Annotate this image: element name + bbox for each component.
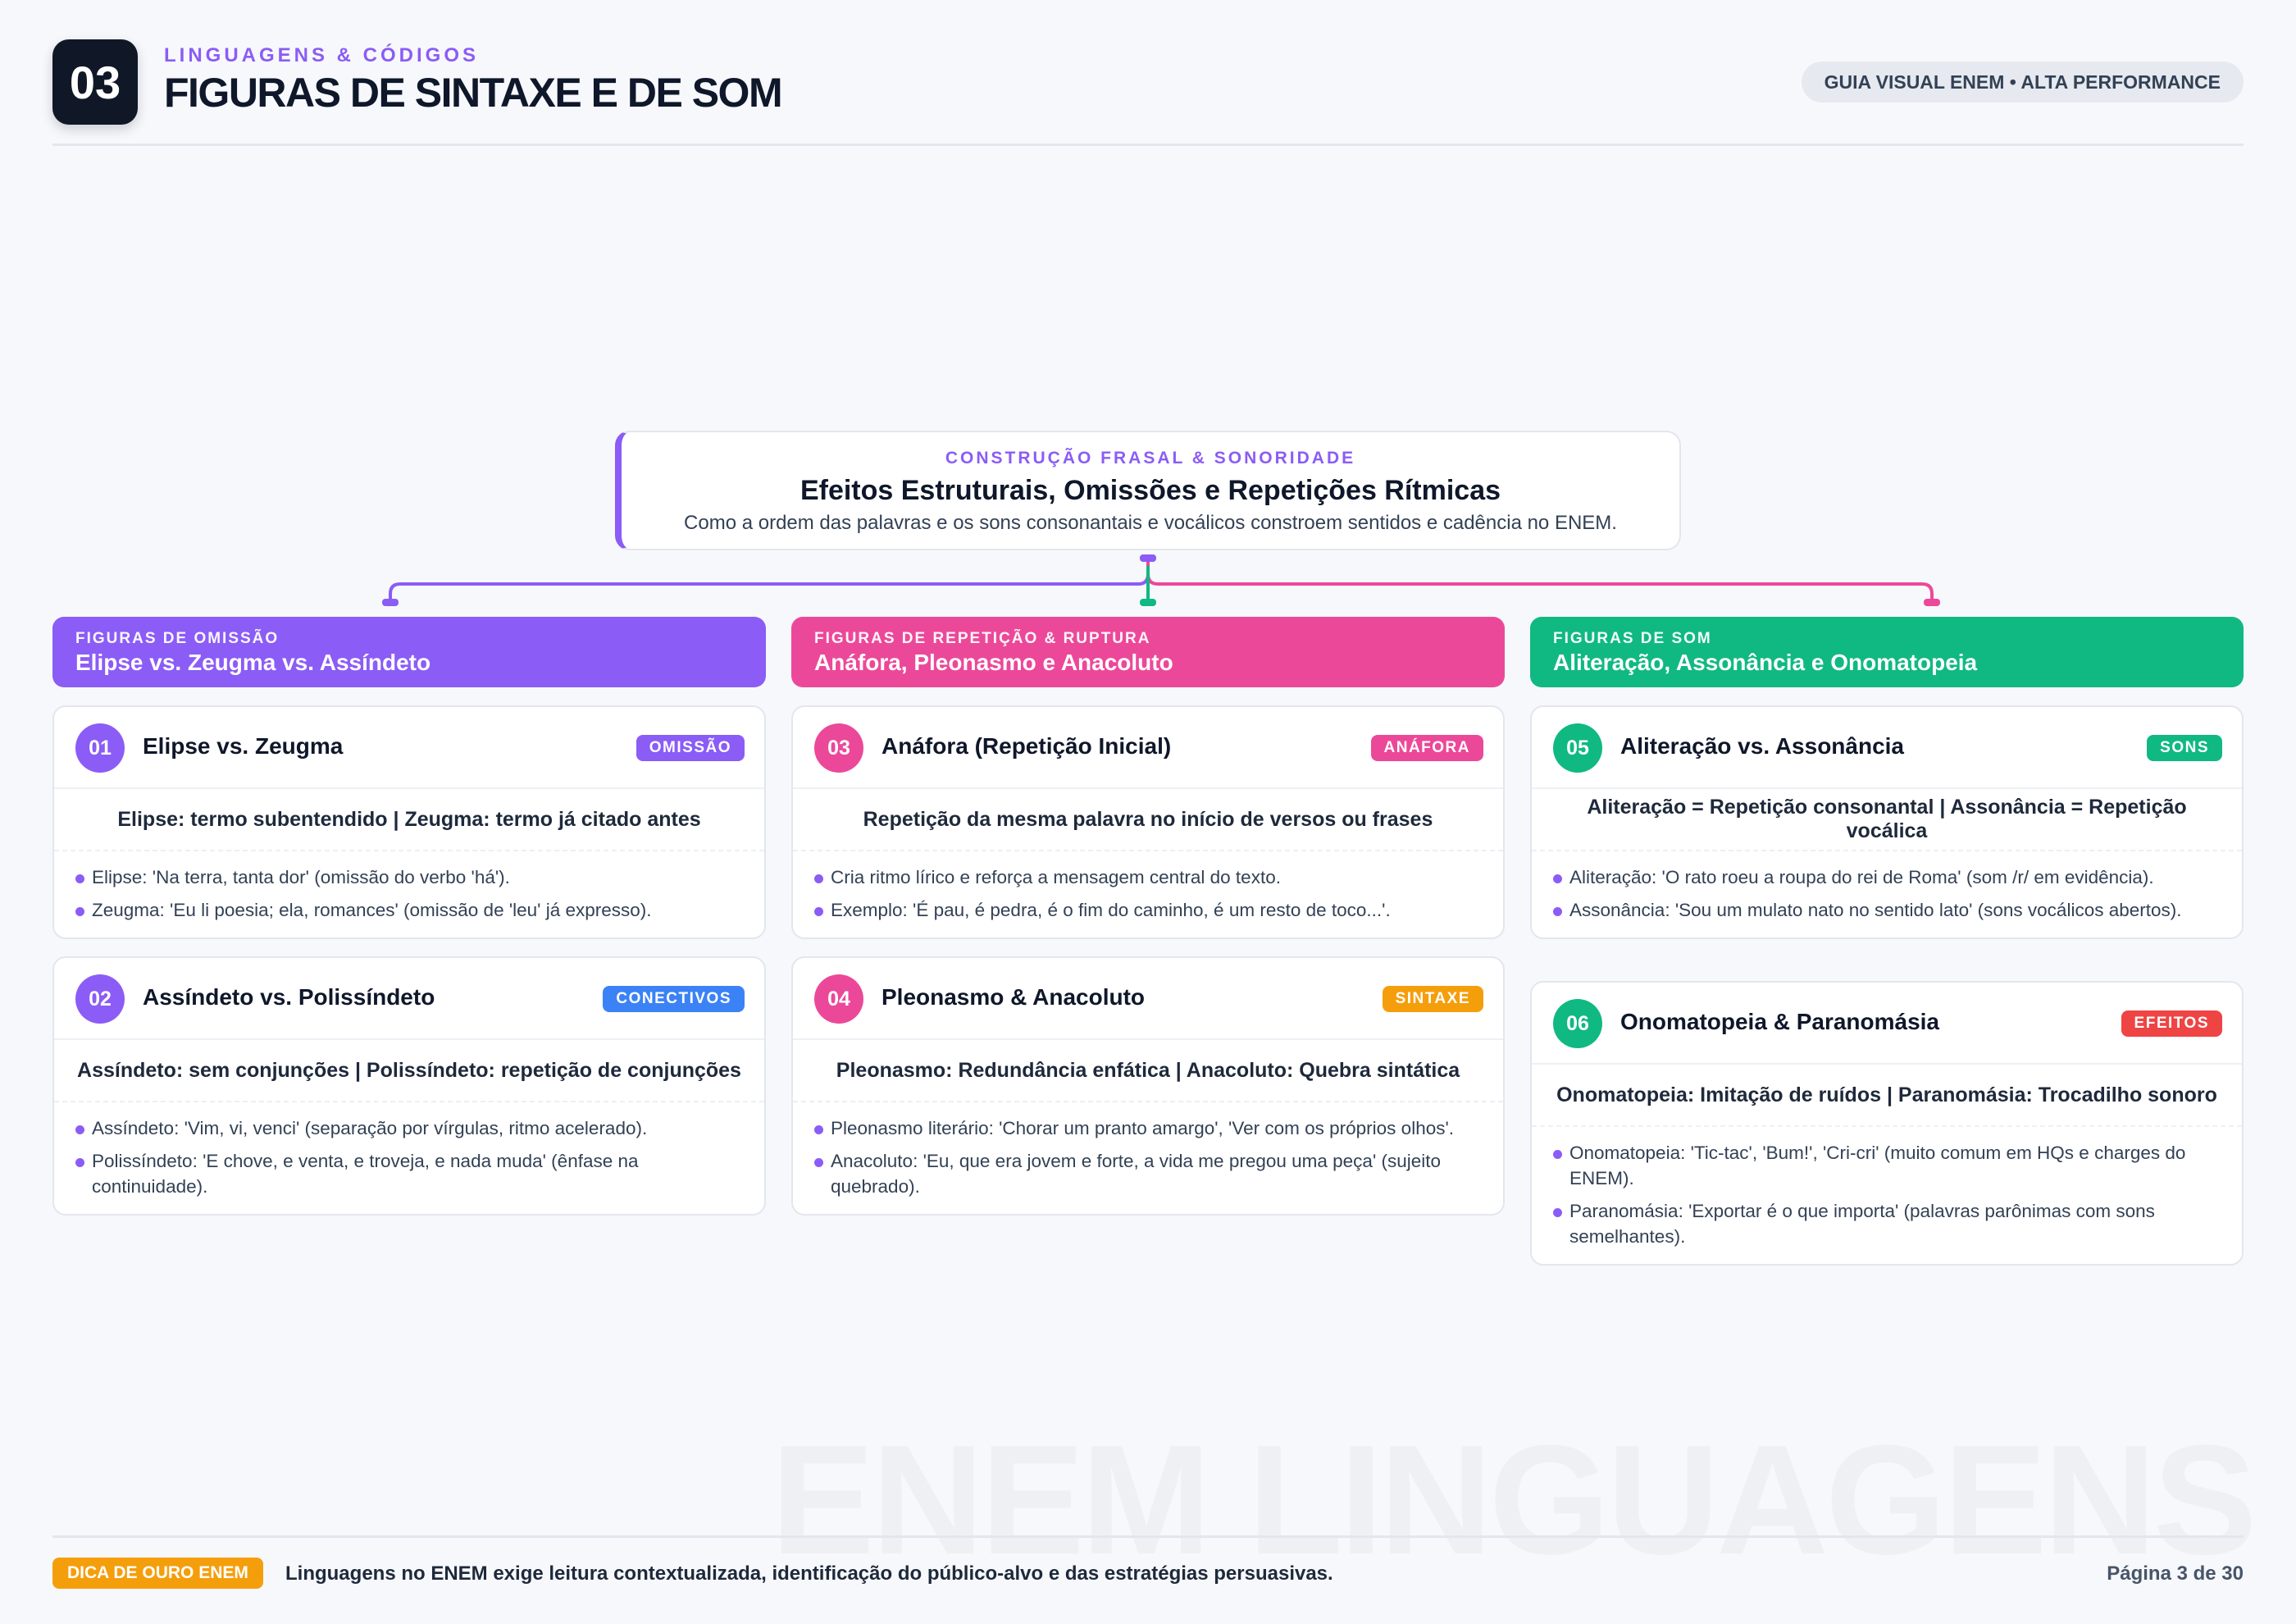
card-number-badge: 01 [75, 723, 125, 773]
card-bullet-list: Onomatopeia: 'Tic-tac', 'Bum!', 'Cri-cri… [1532, 1127, 2242, 1264]
column-title: Aliteração, Assonância e Onomatopeia [1553, 650, 1978, 675]
column-kicker: FIGURAS DE OMISSÃO [75, 630, 280, 647]
connector-left [389, 558, 1150, 603]
bullet-item: Polissíndeto: 'E chove, e venta, e trove… [75, 1148, 743, 1199]
card-bullet-list: Pleonasmo literário: 'Chorar um pranto a… [793, 1102, 1503, 1214]
card-tag: ANÁFORA [1370, 735, 1483, 761]
column-title: Elipse vs. Zeugma vs. Assíndeto [75, 650, 431, 675]
bullet-item: Onomatopeia: 'Tic-tac', 'Bum!', 'Cri-cri… [1553, 1140, 2221, 1191]
concept-card: 04 Pleonasmo & Anacoluto SINTAXE Pleonas… [791, 956, 1505, 1216]
bullet-item: Assíndeto: 'Vim, vi, venci' (separação p… [75, 1115, 743, 1141]
card-bullet-list: Cria ritmo lírico e reforça a mensagem c… [793, 851, 1503, 937]
page-footer: DICA DE OURO ENEM Linguagens no ENEM exi… [52, 1535, 2244, 1604]
card-number-badge: 03 [814, 723, 863, 773]
card-subtitle: Aliteração = Repetição consonantal | Ass… [1532, 789, 2242, 851]
card-subtitle: Repetição da mesma palavra no início de … [793, 789, 1503, 851]
column-header-som: FIGURAS DE SOM Aliteração, Assonância e … [1530, 617, 2244, 687]
column-header-repeticao: FIGURAS DE REPETIÇÃO & RUPTURA Anáfora, … [791, 617, 1505, 687]
bullet-item: Pleonasmo literário: 'Chorar um pranto a… [814, 1115, 1482, 1141]
bullet-item: Elipse: 'Na terra, tanta dor' (omissão d… [75, 864, 743, 890]
card-subtitle: Assíndeto: sem conjunções | Polissíndeto… [54, 1040, 764, 1102]
card-number-badge: 06 [1553, 999, 1602, 1048]
card-subtitle: Elipse: termo subentendido | Zeugma: ter… [54, 789, 764, 851]
column-kicker: FIGURAS DE REPETIÇÃO & RUPTURA [814, 630, 1151, 647]
card-title: Aliteração vs. Assonância [1620, 733, 1905, 759]
tip-text: Linguagens no ENEM exige leitura context… [285, 1562, 1333, 1585]
concept-card: 05 Aliteração vs. Assonância SONS Aliter… [1530, 705, 2244, 939]
card-tag: EFEITOS [2121, 1010, 2222, 1037]
page-number: Página 3 de 30 [2107, 1562, 2244, 1585]
card-subtitle: Pleonasmo: Redundância enfática | Anacol… [793, 1040, 1503, 1102]
card-number-badge: 05 [1553, 723, 1602, 773]
connector-node-right [1924, 599, 1940, 606]
card-tag: SINTAXE [1382, 986, 1483, 1012]
card-number-badge: 02 [75, 974, 125, 1024]
card-number-badge: 04 [814, 974, 863, 1024]
column-header-omissao: FIGURAS DE OMISSÃO Elipse vs. Zeugma vs.… [52, 617, 766, 687]
card-bullet-list: Assíndeto: 'Vim, vi, venci' (separação p… [54, 1102, 764, 1214]
card-subtitle: Onomatopeia: Imitação de ruídos | Parano… [1532, 1065, 2242, 1127]
bullet-item: Exemplo: 'É pau, é pedra, é o fim do cam… [814, 897, 1482, 923]
bullet-item: Zeugma: 'Eu li poesia; ela, romances' (o… [75, 897, 743, 923]
card-title: Pleonasmo & Anacoluto [882, 984, 1146, 1010]
connector-node-left [382, 599, 399, 606]
column-kicker: FIGURAS DE SOM [1553, 630, 1712, 647]
connector-right [1146, 558, 1934, 603]
card-bullet-list: Elipse: 'Na terra, tanta dor' (omissão d… [54, 851, 764, 937]
card-bullet-list: Aliteração: 'O rato roeu a roupa do rei … [1532, 851, 2242, 937]
bullet-item: Assonância: 'Sou um mulato nato no senti… [1553, 897, 2221, 923]
bullet-item: Anacoluto: 'Eu, que era jovem e forte, a… [814, 1148, 1482, 1199]
concept-card: 06 Onomatopeia & Paranomásia EFEITOS Ono… [1530, 981, 2244, 1266]
column-title: Anáfora, Pleonasmo e Anacoluto [814, 650, 1173, 675]
card-title: Assíndeto vs. Polissíndeto [143, 984, 435, 1010]
tip-badge: DICA DE OURO ENEM [52, 1558, 263, 1589]
concept-card: 02 Assíndeto vs. Polissíndeto CONECTIVOS… [52, 956, 766, 1216]
bullet-item: Aliteração: 'O rato roeu a roupa do rei … [1553, 864, 2221, 890]
concept-card: 01 Elipse vs. Zeugma OMISSÃO Elipse: ter… [52, 705, 766, 939]
concept-card: 03 Anáfora (Repetição Inicial) ANÁFORA R… [791, 705, 1505, 939]
card-title: Anáfora (Repetição Inicial) [882, 733, 1172, 759]
connector-node-top [1140, 554, 1156, 562]
connector-node-center [1140, 599, 1156, 606]
bullet-item: Paranomásia: 'Exportar é o que importa' … [1553, 1198, 2221, 1249]
bullet-item: Cria ritmo lírico e reforça a mensagem c… [814, 864, 1482, 890]
card-title: Elipse vs. Zeugma [143, 733, 344, 759]
card-tag: CONECTIVOS [603, 986, 745, 1012]
card-title: Onomatopeia & Paranomásia [1620, 1009, 1940, 1034]
card-tag: OMISSÃO [636, 735, 745, 761]
card-tag: SONS [2147, 735, 2222, 761]
